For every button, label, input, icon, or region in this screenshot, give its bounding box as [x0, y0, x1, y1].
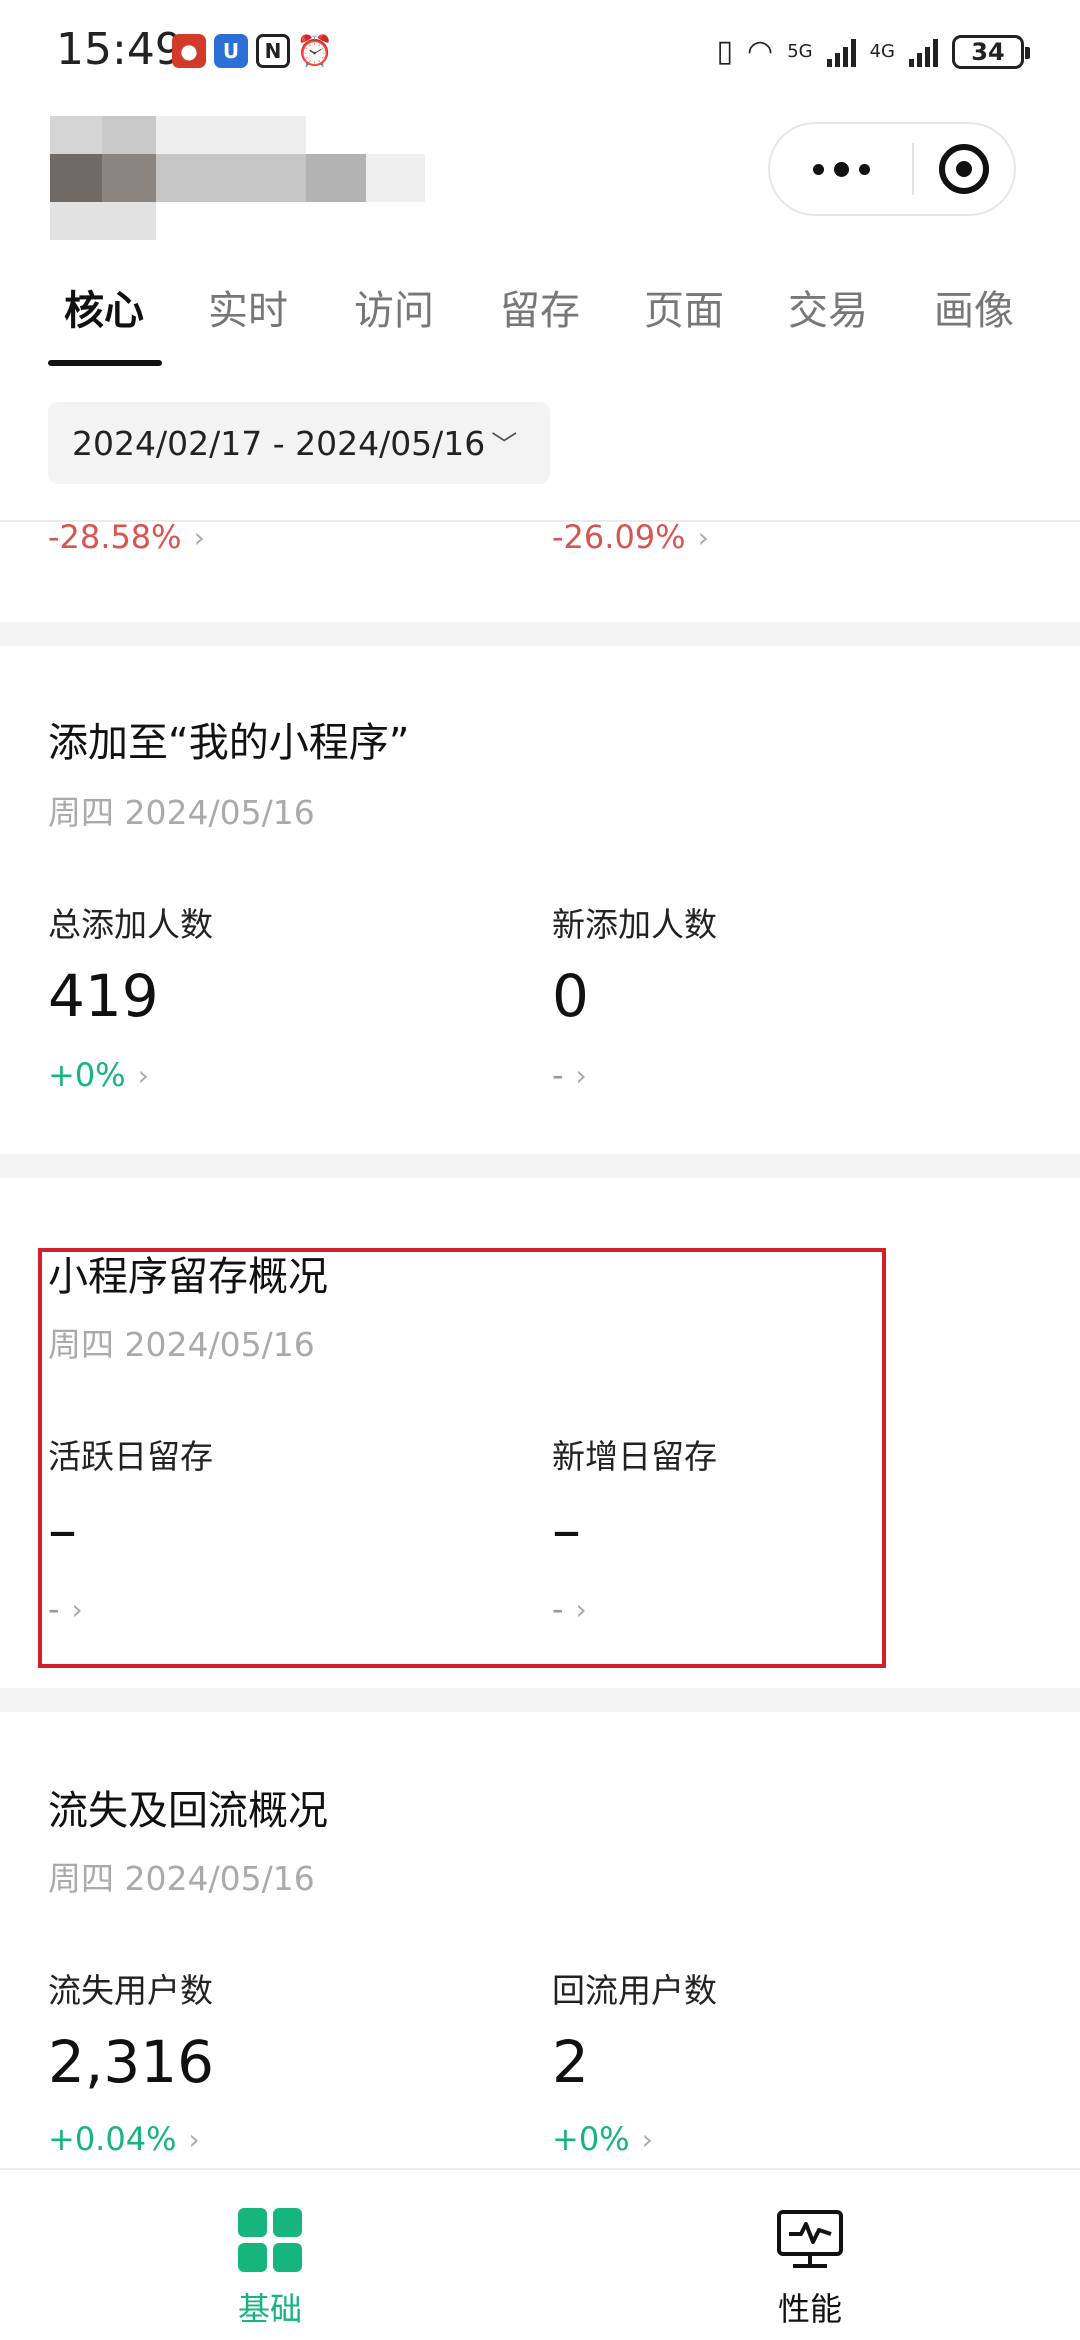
total-added-label: 总添加人数: [48, 905, 213, 944]
new-added-value: 0: [552, 962, 589, 1030]
nfc-icon: N: [256, 34, 290, 68]
mini-program-capsule: [768, 122, 1016, 216]
returned-users-value: 2: [552, 2028, 589, 2096]
add-to-my-apps-date: 周四 2024/05/16: [48, 793, 315, 832]
signal-4g-icon: [909, 37, 938, 67]
battery-level: 34: [971, 37, 1005, 66]
partial-left-change[interactable]: -28.58% ›: [48, 522, 205, 556]
tab-bar: 核心 实时 访问 留存 页面 交易 画像: [0, 270, 1080, 370]
partial-metrics-row: -28.58% › -26.09% ›: [0, 522, 1080, 622]
section-separator: [0, 1154, 1080, 1178]
churned-users-value: 2,316: [48, 2028, 215, 2096]
status-time: 15:49: [56, 24, 183, 75]
nav-basic-label: 基础: [237, 2290, 302, 2328]
tab-pages[interactable]: 页面: [644, 278, 724, 336]
dot-icon: [812, 163, 824, 175]
chevron-right-icon: ›: [697, 522, 709, 554]
tab-realtime[interactable]: 实时: [208, 278, 288, 336]
wifi-icon: ◠: [747, 34, 774, 69]
churn-date: 周四 2024/05/16: [48, 1859, 315, 1898]
signal-5g-icon: [826, 37, 856, 67]
nav-performance[interactable]: 性能: [710, 2208, 910, 2330]
nav-performance-label: 性能: [777, 2290, 842, 2328]
tab-portrait[interactable]: 画像: [934, 278, 1014, 336]
battery-icon: 34: [952, 34, 1030, 69]
chevron-right-icon: ›: [641, 2122, 653, 2156]
dot-icon: [833, 161, 849, 177]
partial-right-change[interactable]: -26.09% ›: [552, 522, 709, 556]
total-added-value: 419: [48, 962, 159, 1030]
date-range-selector[interactable]: 2024/02/17 - 2024/05/16 ﹀: [48, 402, 550, 484]
alarm-icon: ⏰: [296, 33, 334, 69]
dot-icon: [858, 163, 870, 175]
returned-users-label: 回流用户数: [552, 1971, 717, 2010]
churned-users-label: 流失用户数: [48, 1971, 213, 2010]
date-range-text: 2024/02/17 - 2024/05/16: [72, 423, 486, 463]
chevron-down-icon: ﹀: [491, 430, 518, 461]
new-added-label: 新添加人数: [552, 905, 717, 944]
section-separator: [0, 1688, 1080, 1712]
monitor-pulse-icon: [777, 2210, 843, 2268]
tab-core[interactable]: 核心: [64, 278, 144, 336]
more-options-button[interactable]: [770, 124, 912, 214]
app-notification-icon: ●: [172, 34, 206, 68]
churn-title: 流失及回流概况: [48, 1788, 328, 1834]
redacted-app-title: [50, 116, 425, 240]
tab-visits[interactable]: 访问: [354, 278, 434, 336]
add-to-my-apps-title: 添加至“我的小程序”: [48, 720, 410, 766]
churned-users-change[interactable]: +0.04% ›: [48, 2120, 200, 2158]
tab-retention[interactable]: 留存: [500, 278, 580, 336]
chevron-right-icon: ›: [193, 522, 205, 554]
shield-notification-icon: U: [214, 34, 248, 68]
highlight-box: [38, 1248, 886, 1668]
returned-users-change[interactable]: +0% ›: [552, 2120, 653, 2158]
network-5g-label: 5G: [787, 41, 813, 62]
nav-basic[interactable]: 基础: [170, 2208, 370, 2330]
close-mini-program-button[interactable]: [914, 144, 1014, 194]
chevron-right-icon: ›: [575, 1058, 587, 1092]
section-separator: [0, 622, 1080, 646]
target-icon: [939, 144, 989, 194]
tab-transactions[interactable]: 交易: [788, 278, 868, 336]
new-added-change[interactable]: - ›: [552, 1056, 587, 1094]
status-bar: 15:49 ● U N ⏰ ▯ ◠ 5G 4G 34: [0, 0, 1080, 110]
chevron-right-icon: ›: [188, 2122, 200, 2156]
total-added-change[interactable]: +0% ›: [48, 1056, 149, 1094]
network-4g-label: 4G: [869, 41, 895, 62]
chevron-right-icon: ›: [137, 1058, 149, 1092]
active-tab-indicator: [48, 360, 162, 366]
bottom-nav: 基础 性能: [0, 2168, 1080, 2340]
vibrate-icon: ▯: [716, 34, 733, 69]
grid-icon: [238, 2208, 302, 2272]
notification-icons: ● U N ⏰: [172, 33, 334, 69]
